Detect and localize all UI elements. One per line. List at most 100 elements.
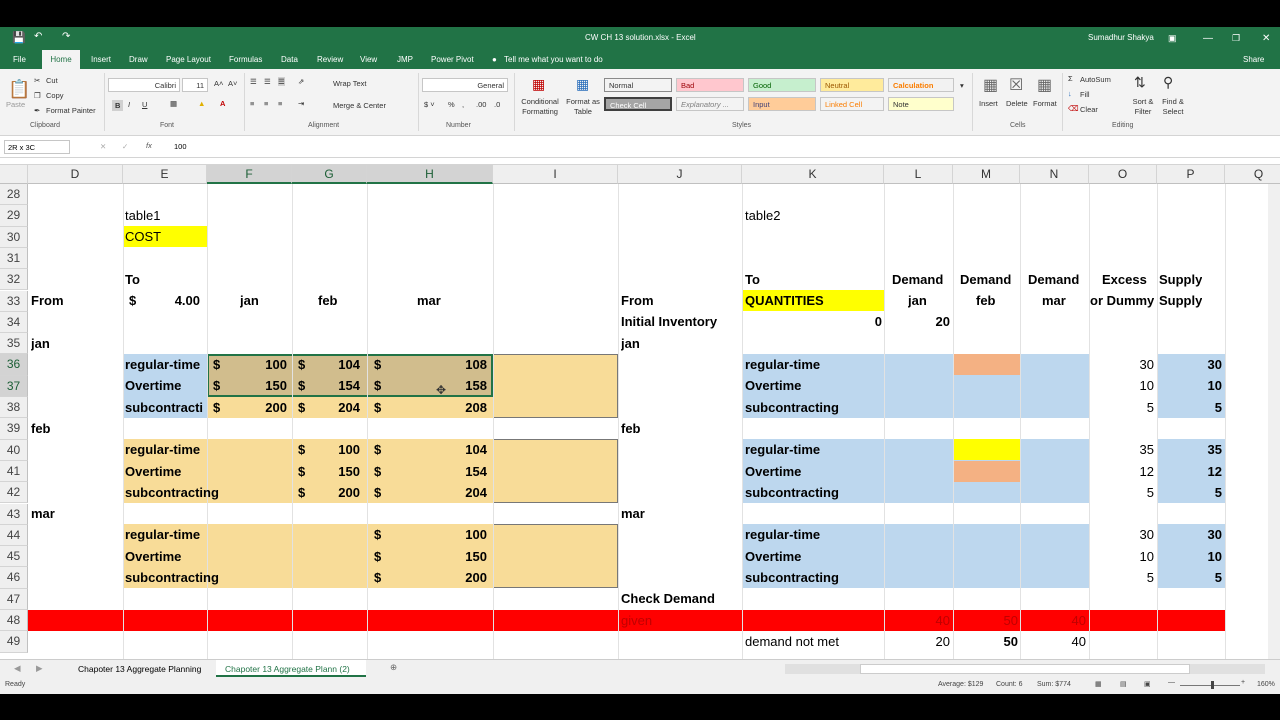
ribbon-display-icon[interactable]: ▣: [1168, 33, 1177, 44]
comma-icon[interactable]: ,: [462, 100, 464, 109]
cell-dollar[interactable]: $: [213, 375, 220, 396]
cut-button[interactable]: Cut: [46, 76, 58, 85]
cell-dollar[interactable]: $: [374, 482, 381, 503]
cell-demand-feb-header[interactable]: Demand: [960, 269, 1011, 290]
cell-dollar[interactable]: $: [298, 461, 305, 482]
delete-cells-icon[interactable]: ☒: [1009, 75, 1023, 95]
formula-input[interactable]: 100: [174, 142, 187, 151]
conditional-formatting-icon[interactable]: ▦: [532, 76, 545, 93]
cell-g36[interactable]: 104: [320, 354, 360, 375]
cell-p38[interactable]: 5: [1162, 397, 1222, 418]
row-header[interactable]: 35: [0, 333, 28, 355]
row-header[interactable]: 44: [0, 524, 28, 547]
cell-p40[interactable]: 35: [1162, 439, 1222, 460]
style-bad[interactable]: Bad: [676, 78, 744, 92]
zoom-slider[interactable]: [1180, 685, 1240, 686]
format-as-table-button[interactable]: Format as Table: [564, 97, 602, 117]
cell-dollar[interactable]: $: [298, 482, 305, 503]
cell-g37[interactable]: 154: [320, 375, 360, 396]
cell-subcontracting[interactable]: subcontracting: [745, 482, 839, 503]
cell-feb-header[interactable]: feb: [318, 290, 338, 311]
cell-regular-time[interactable]: regular-time: [745, 354, 820, 375]
font-name-select[interactable]: Calibri: [108, 78, 180, 92]
conditional-formatting-button[interactable]: Conditional Formatting: [518, 97, 562, 117]
cell-overtime[interactable]: Overtime: [745, 375, 801, 396]
cell-cost-label[interactable]: COST: [125, 226, 161, 247]
find-select-button[interactable]: Find & Select: [1158, 97, 1188, 117]
cell-h42[interactable]: 204: [430, 482, 487, 503]
cell-p42[interactable]: 5: [1162, 482, 1222, 503]
row-header[interactable]: 42: [0, 482, 28, 504]
cell-jan-header[interactable]: jan: [240, 290, 259, 311]
cell-jan-section[interactable]: jan: [621, 333, 640, 354]
cell-p37[interactable]: 10: [1162, 375, 1222, 396]
cell-to-label[interactable]: To: [125, 269, 140, 290]
cell-rate[interactable]: 4.00: [150, 290, 200, 311]
cell-o38[interactable]: 5: [1094, 397, 1154, 418]
tab-view[interactable]: View: [360, 55, 377, 64]
cell-table1-label[interactable]: table1: [125, 205, 160, 226]
cell-overtime[interactable]: Overtime: [125, 546, 181, 567]
delete-cells-button[interactable]: Delete: [1006, 99, 1028, 108]
borders-icon[interactable]: ▦: [170, 99, 177, 108]
cell-dollar[interactable]: $: [129, 290, 136, 311]
tab-insert[interactable]: Insert: [91, 55, 111, 64]
align-left-icon[interactable]: ≡: [250, 99, 254, 108]
cell-mar-header[interactable]: mar: [417, 290, 441, 311]
cell-jan-col[interactable]: jan: [908, 290, 927, 311]
cell-feb-col[interactable]: feb: [976, 290, 996, 311]
row-header[interactable]: 47: [0, 588, 28, 610]
style-neutral[interactable]: Neutral: [820, 78, 884, 92]
cell-o46[interactable]: 5: [1094, 567, 1154, 588]
col-header-l[interactable]: L: [884, 165, 953, 184]
user-name[interactable]: Sumadhur Shakya: [1088, 33, 1154, 42]
tab-draw[interactable]: Draw: [129, 55, 148, 64]
spreadsheet-grid[interactable]: D E F G H I J K L M N O P Q 28 29 30 31 …: [0, 164, 1280, 659]
fill-button[interactable]: Fill: [1080, 90, 1090, 99]
cell-subcontracting[interactable]: subcontracting: [125, 567, 219, 588]
row-header[interactable]: 30: [0, 226, 28, 248]
tab-formulas[interactable]: Formulas: [229, 55, 262, 64]
autosum-button[interactable]: AutoSum: [1080, 75, 1111, 84]
cell-h41[interactable]: 154: [430, 461, 487, 482]
cell-inventory-l[interactable]: 0: [842, 311, 882, 332]
tab-home[interactable]: Home: [42, 50, 80, 69]
name-box[interactable]: 2R x 3C: [4, 140, 70, 154]
row-header[interactable]: 37: [0, 375, 28, 397]
cell-given-m[interactable]: 50: [958, 610, 1018, 631]
col-header-i[interactable]: I: [493, 165, 618, 184]
fill-icon[interactable]: ↓: [1068, 89, 1072, 98]
prev-sheet-icon[interactable]: ◀: [14, 663, 21, 674]
cell-dollar[interactable]: $: [374, 397, 381, 418]
row-header[interactable]: 43: [0, 503, 28, 525]
style-good[interactable]: Good: [748, 78, 816, 92]
cell-o36[interactable]: 30: [1094, 354, 1154, 375]
row-header[interactable]: 39: [0, 418, 28, 440]
next-sheet-icon[interactable]: ▶: [36, 663, 43, 674]
style-explanatory[interactable]: Explanatory ...: [676, 97, 744, 111]
wrap-text-button[interactable]: Wrap Text: [333, 79, 367, 88]
row-header[interactable]: 32: [0, 269, 28, 291]
cell-dollar[interactable]: $: [374, 567, 381, 588]
cell-jan-section[interactable]: jan: [31, 333, 50, 354]
cell-h40[interactable]: 104: [430, 439, 487, 460]
cell-quantities-label[interactable]: QUANTITIES: [745, 290, 824, 311]
cell-regular-time[interactable]: regular-time: [125, 439, 200, 460]
row-header[interactable]: 33: [0, 290, 28, 312]
col-header-q[interactable]: Q: [1225, 165, 1280, 184]
orientation-icon[interactable]: ⇗: [298, 77, 304, 86]
tab-power-pivot[interactable]: Power Pivot: [431, 55, 474, 64]
cell-o41[interactable]: 12: [1094, 461, 1154, 482]
cell-dollar[interactable]: $: [298, 397, 305, 418]
tab-jmp[interactable]: JMP: [397, 55, 413, 64]
cell-mar-section[interactable]: mar: [621, 503, 645, 524]
save-icon[interactable]: 💾: [12, 31, 26, 44]
style-calculation[interactable]: Calculation: [888, 78, 954, 92]
align-middle-icon[interactable]: ☰: [264, 77, 271, 86]
undo-icon[interactable]: ↶: [34, 31, 42, 42]
decrease-decimal-icon[interactable]: .0: [494, 100, 500, 109]
cell-subcontracting[interactable]: subcontracting: [745, 397, 839, 418]
cell-p41[interactable]: 12: [1162, 461, 1222, 482]
col-header-m[interactable]: M: [953, 165, 1020, 184]
cell-from-label[interactable]: From: [31, 290, 64, 311]
